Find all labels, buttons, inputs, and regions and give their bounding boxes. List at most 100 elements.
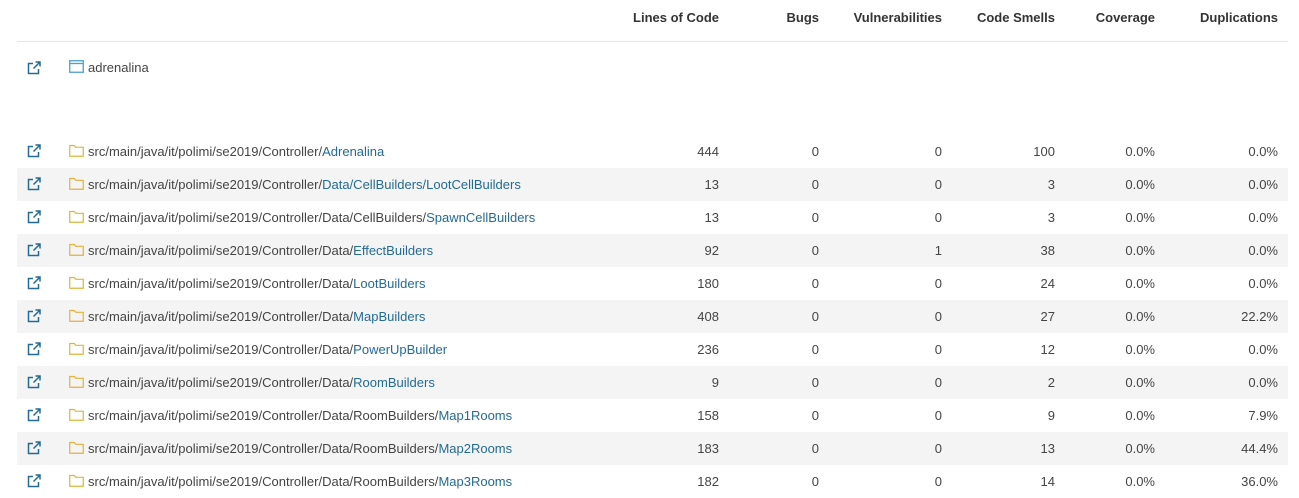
component-path-link[interactable]: Map1Rooms — [438, 408, 512, 423]
cell-lines-of-code: 236 — [697, 341, 719, 357]
open-in-new-icon[interactable] — [26, 374, 42, 390]
cell-code-smells[interactable]: 3 — [952, 201, 1065, 234]
cell-duplications[interactable]: 0.0% — [1165, 201, 1288, 234]
open-cell — [17, 201, 69, 234]
component-path-link[interactable]: Map3Rooms — [438, 474, 512, 489]
cell-coverage[interactable]: 0.0% — [1065, 233, 1165, 267]
cell-code-smells[interactable]: 9 — [952, 399, 1065, 432]
cell-duplications[interactable]: 7.9% — [1165, 399, 1288, 432]
cell-code-smells[interactable]: 2 — [952, 365, 1065, 399]
cell-bugs[interactable]: 0 — [729, 465, 829, 498]
cell-coverage[interactable]: 0.0% — [1065, 333, 1165, 366]
cell-vulnerabilities[interactable]: 0 — [829, 267, 952, 300]
root-project-name[interactable]: adrenalina — [88, 60, 149, 75]
cell-duplications[interactable]: 0.0% — [1165, 167, 1288, 201]
cell-coverage[interactable]: 0.0% — [1065, 267, 1165, 300]
cell-bugs[interactable]: 0 — [729, 333, 829, 366]
cell-duplications[interactable]: 36.0% — [1165, 465, 1288, 498]
cell-vulnerabilities[interactable]: 0 — [829, 365, 952, 399]
header-duplications[interactable]: Duplications — [1165, 0, 1288, 42]
open-in-new-icon[interactable] — [26, 341, 42, 357]
cell-duplications[interactable]: 44.4% — [1165, 431, 1288, 465]
header-lines-of-code[interactable]: Lines of Code — [631, 0, 729, 42]
header-bugs[interactable]: Bugs — [729, 0, 829, 42]
cell-vulnerabilities[interactable]: 0 — [829, 431, 952, 465]
cell-code-smells[interactable]: 12 — [952, 333, 1065, 366]
cell-coverage[interactable]: 0.0% — [1065, 135, 1165, 168]
cell-vulnerabilities[interactable]: 0 — [829, 135, 952, 168]
cell-lines-of-code: 158 — [697, 407, 719, 423]
cell-code-smells[interactable]: 100 — [952, 135, 1065, 168]
cell-lines-of-code: 444 — [697, 143, 719, 159]
cell-code-smells[interactable]: 3 — [952, 167, 1065, 201]
open-in-new-icon[interactable] — [26, 60, 42, 76]
cell-duplications[interactable]: 0.0% — [1165, 135, 1288, 168]
cell-coverage[interactable]: 0.0% — [1065, 201, 1165, 234]
cell-vulnerabilities[interactable]: 1 — [829, 233, 952, 267]
cell-lines-of-code: 13 — [704, 209, 719, 225]
cell-bugs[interactable]: 0 — [729, 267, 829, 300]
component-path-link[interactable]: Adrenalina — [322, 144, 384, 159]
header-blank-icon — [17, 0, 69, 42]
open-in-new-icon[interactable] — [26, 407, 42, 423]
cell-vulnerabilities[interactable]: 0 — [829, 465, 952, 498]
cell-vulnerabilities[interactable]: 0 — [829, 333, 952, 366]
cell-bugs[interactable]: 0 — [729, 201, 829, 234]
component-path-link[interactable]: EffectBuilders — [353, 243, 433, 258]
folder-icon — [69, 441, 84, 454]
open-cell — [17, 365, 69, 399]
folder-icon — [69, 375, 84, 388]
cell-duplications[interactable]: 0.0% — [1165, 365, 1288, 399]
cell-code-smells[interactable]: 27 — [952, 299, 1065, 333]
header-code-smells[interactable]: Code Smells — [952, 0, 1065, 42]
component-path-link[interactable]: SpawnCellBuilders — [426, 210, 535, 225]
spacer-row — [17, 94, 1288, 135]
open-cell — [17, 299, 69, 333]
cell-duplications[interactable]: 0.0% — [1165, 333, 1288, 366]
cell-coverage[interactable]: 0.0% — [1065, 431, 1165, 465]
component-path-link[interactable]: RoomBuilders — [353, 375, 435, 390]
cell-vulnerabilities[interactable]: 0 — [829, 201, 952, 234]
component-path-link[interactable]: PowerUpBuilder — [353, 342, 447, 357]
open-in-new-icon[interactable] — [26, 242, 42, 258]
cell-bugs[interactable]: 0 — [729, 299, 829, 333]
open-in-new-icon[interactable] — [26, 209, 42, 225]
open-in-new-icon[interactable] — [26, 473, 42, 489]
open-in-new-icon[interactable] — [26, 440, 42, 456]
cell-bugs[interactable]: 0 — [729, 135, 829, 168]
cell-coverage[interactable]: 0.0% — [1065, 465, 1165, 498]
table-row: src/main/java/it/polimi/se2019/Controlle… — [17, 465, 1288, 498]
header-coverage[interactable]: Coverage — [1065, 0, 1165, 42]
component-path-link[interactable]: Data/CellBuilders/LootCellBuilders — [322, 177, 521, 192]
root-name-cell: adrenalina — [69, 41, 1288, 94]
cell-vulnerabilities[interactable]: 0 — [829, 167, 952, 201]
open-in-new-icon[interactable] — [26, 176, 42, 192]
cell-code-smells[interactable]: 14 — [952, 465, 1065, 498]
root-open-cell — [17, 41, 69, 94]
cell-vulnerabilities[interactable]: 0 — [829, 299, 952, 333]
cell-coverage[interactable]: 0.0% — [1065, 399, 1165, 432]
open-in-new-icon[interactable] — [26, 308, 42, 324]
cell-code-smells[interactable]: 24 — [952, 267, 1065, 300]
cell-code-smells[interactable]: 38 — [952, 233, 1065, 267]
cell-code-smells[interactable]: 13 — [952, 431, 1065, 465]
cell-bugs[interactable]: 0 — [729, 365, 829, 399]
header-vulnerabilities[interactable]: Vulnerabilities — [829, 0, 952, 42]
cell-bugs[interactable]: 0 — [729, 431, 829, 465]
cell-coverage[interactable]: 0.0% — [1065, 365, 1165, 399]
component-name-cell: src/main/java/it/polimi/se2019/Controlle… — [69, 365, 631, 399]
component-path-link[interactable]: MapBuilders — [353, 309, 425, 324]
cell-duplications[interactable]: 22.2% — [1165, 299, 1288, 333]
cell-coverage[interactable]: 0.0% — [1065, 299, 1165, 333]
cell-coverage[interactable]: 0.0% — [1065, 167, 1165, 201]
component-path-link[interactable]: Map2Rooms — [438, 441, 512, 456]
component-path-link[interactable]: LootBuilders — [353, 276, 425, 291]
cell-bugs[interactable]: 0 — [729, 399, 829, 432]
open-in-new-icon[interactable] — [26, 275, 42, 291]
cell-vulnerabilities[interactable]: 0 — [829, 399, 952, 432]
cell-duplications[interactable]: 0.0% — [1165, 233, 1288, 267]
open-in-new-icon[interactable] — [26, 143, 42, 159]
cell-bugs[interactable]: 0 — [729, 233, 829, 267]
cell-duplications[interactable]: 0.0% — [1165, 267, 1288, 300]
cell-bugs[interactable]: 0 — [729, 167, 829, 201]
